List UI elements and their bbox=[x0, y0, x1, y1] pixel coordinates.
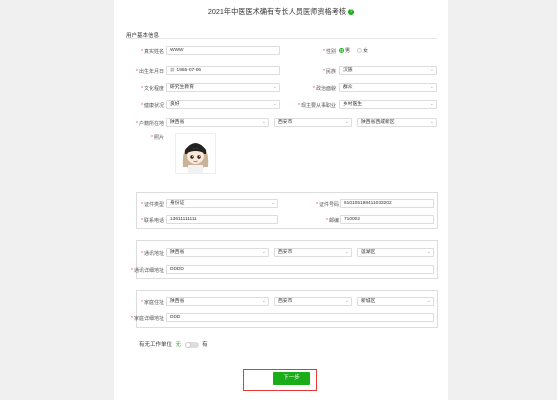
toggle-knob bbox=[184, 341, 191, 348]
ethnic-select[interactable]: 汉族 ⌄ bbox=[339, 66, 437, 75]
home-province-select[interactable]: 陕西省 ⌄ bbox=[166, 297, 269, 306]
ethnic-label: *民族 bbox=[323, 69, 336, 75]
section-divider bbox=[126, 38, 437, 39]
edu-label: *文化程度 bbox=[141, 86, 164, 92]
work-unit-toggle[interactable] bbox=[184, 341, 199, 348]
page-title: 2021年中医医术确有专长人员医师资格考核? bbox=[114, 7, 448, 17]
health-label: *健康状况 bbox=[141, 103, 164, 109]
birth-date-input[interactable]: ▦ 1955-07-06 bbox=[166, 66, 280, 75]
chevron-down-icon: ⌄ bbox=[344, 249, 349, 255]
mailing-addr-label: *通讯地址 bbox=[141, 251, 164, 257]
home-district-select[interactable]: 新城区 ⌄ bbox=[357, 297, 434, 306]
chevron-down-icon: ⌄ bbox=[272, 101, 277, 107]
chevron-down-icon: ⌄ bbox=[261, 298, 266, 304]
zip-label: *邮编 bbox=[326, 218, 339, 224]
home-addr-label: *家庭住址 bbox=[141, 300, 164, 306]
work-yes-label: 有 bbox=[202, 342, 208, 348]
page-title-text: 2021年中医医术确有专长人员医师资格考核 bbox=[207, 7, 347, 16]
mailing-detail-input[interactable]: DDDD bbox=[166, 265, 434, 274]
work-no-label: 无 bbox=[175, 342, 182, 348]
chevron-down-icon: ⌄ bbox=[272, 84, 277, 90]
name-input[interactable]: WWW bbox=[166, 46, 280, 55]
gender-male-radio[interactable]: 男 bbox=[339, 47, 350, 54]
chevron-down-icon: ⌄ bbox=[429, 119, 434, 125]
mailing-city-select[interactable]: 西安市 ⌄ bbox=[274, 248, 352, 257]
home-detail-label: *家庭详细地址 bbox=[131, 316, 164, 322]
gender-label: *性别 bbox=[323, 49, 336, 55]
radio-unchecked-icon bbox=[357, 48, 362, 54]
chevron-down-icon: ⌄ bbox=[261, 249, 266, 255]
zip-input[interactable]: 710002 bbox=[340, 215, 434, 224]
avatar-photo[interactable] bbox=[175, 133, 216, 174]
job-select[interactable]: 乡村医生 ⌄ bbox=[339, 100, 437, 109]
chevron-down-icon: ⌄ bbox=[344, 119, 349, 125]
avatar-illustration bbox=[176, 134, 215, 173]
home-box bbox=[136, 290, 438, 328]
form-panel: 2021年中医医术确有专长人员医师资格考核? 用户基本信息 *真实姓名 WWW … bbox=[114, 0, 448, 400]
job-label: *现主要从事职业 bbox=[298, 103, 336, 109]
chevron-down-icon: ⌄ bbox=[270, 200, 275, 206]
phone-input[interactable]: 13611111111 bbox=[166, 215, 278, 224]
idtype-label: *证件类型 bbox=[141, 202, 164, 208]
chevron-down-icon: ⌄ bbox=[426, 298, 431, 304]
photo-label: *照片 bbox=[151, 135, 164, 141]
hukou-district-select[interactable]: 陕西省西咸新区 ⌄ bbox=[357, 118, 437, 127]
chevron-down-icon: ⌄ bbox=[344, 298, 349, 304]
hukou-label: *户籍所在地 bbox=[136, 121, 164, 127]
health-select[interactable]: 良好 ⌄ bbox=[166, 100, 280, 109]
idno-label: *证件号码 bbox=[316, 202, 339, 208]
chevron-down-icon: ⌄ bbox=[429, 101, 434, 107]
mailing-province-select[interactable]: 陕西省 ⌄ bbox=[166, 248, 269, 257]
question-icon[interactable]: ? bbox=[348, 9, 355, 16]
mailing-detail-label: *通讯详细地址 bbox=[131, 268, 164, 274]
chevron-down-icon: ⌄ bbox=[426, 249, 431, 255]
political-select[interactable]: 群众 ⌄ bbox=[339, 83, 437, 92]
next-button[interactable]: 下一步 bbox=[273, 372, 310, 385]
hukou-province-select[interactable]: 陕西省 ⌄ bbox=[166, 118, 269, 127]
hukou-city-select[interactable]: 西安市 ⌄ bbox=[274, 118, 352, 127]
work-unit-label: 有无工作单位 bbox=[139, 342, 173, 348]
home-detail-input[interactable]: DDD bbox=[166, 313, 434, 322]
name-label: *真实姓名 bbox=[141, 49, 164, 55]
chevron-down-icon: ⌄ bbox=[261, 119, 266, 125]
phone-label: *联系电话 bbox=[141, 218, 164, 224]
idno-input[interactable]: 610105198411033202 bbox=[340, 199, 434, 208]
home-city-select[interactable]: 西安市 ⌄ bbox=[274, 297, 352, 306]
political-label: *政治面貌 bbox=[313, 86, 336, 92]
chevron-down-icon: ⌄ bbox=[429, 84, 434, 90]
edu-select[interactable]: 研究生教育 ⌄ bbox=[166, 83, 280, 92]
work-unit-row: 有无工作单位 无 有 bbox=[139, 340, 208, 348]
chevron-down-icon: ⌄ bbox=[429, 67, 434, 73]
idtype-select[interactable]: 身份证 ⌄ bbox=[166, 199, 278, 208]
gender-female-radio[interactable]: 女 bbox=[357, 47, 368, 54]
birth-label: *出生年月日 bbox=[136, 69, 164, 75]
radio-checked-icon bbox=[339, 48, 344, 54]
calendar-icon: ▦ bbox=[170, 68, 175, 73]
mailing-district-select[interactable]: 莲湖区 ⌄ bbox=[357, 248, 434, 257]
